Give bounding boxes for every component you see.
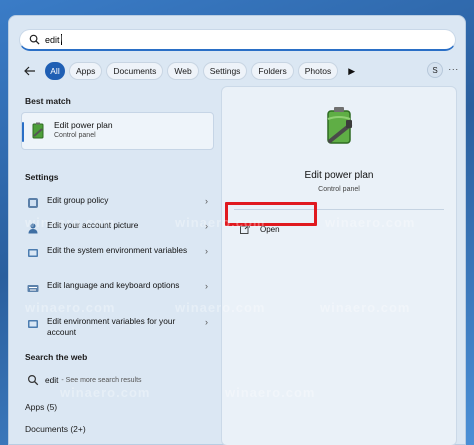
start-search-panel: edit All Apps Documents Web Settings Fol… <box>8 15 466 445</box>
search-input[interactable]: edit <box>45 35 60 45</box>
settings-item-label: Edit the system environment variables <box>47 245 188 255</box>
search-box[interactable]: edit <box>19 29 456 51</box>
chevron-right-icon: › <box>205 196 208 206</box>
more-options-icon[interactable]: ... <box>448 62 459 72</box>
person-icon <box>28 223 38 234</box>
best-match-title: Edit power plan <box>54 120 113 130</box>
power-plan-icon <box>32 122 44 139</box>
keyboard-icon <box>27 285 39 292</box>
filter-photos[interactable]: Photos <box>297 62 339 80</box>
chevron-right-icon: › <box>205 317 208 327</box>
filter-settings[interactable]: Settings <box>202 62 248 80</box>
chevron-right-icon: › <box>205 221 208 231</box>
search-icon <box>29 34 40 45</box>
settings-item-user-env[interactable]: Edit environment variables for your acco… <box>21 316 214 338</box>
web-search-hint: - See more search results <box>61 376 142 384</box>
detail-subtitle: Control panel <box>318 186 360 193</box>
highlight-box <box>225 202 317 226</box>
power-plan-large-icon <box>327 107 352 144</box>
back-arrow-icon[interactable] <box>23 64 37 78</box>
settings-item-label: Edit your account picture <box>47 220 139 230</box>
filter-bar: All Apps Documents Web Settings Folders … <box>23 60 463 82</box>
section-settings: Settings <box>25 172 59 182</box>
chevron-right-icon: › <box>205 281 208 291</box>
text-caret <box>60 34 62 45</box>
account-avatar[interactable]: S <box>427 62 443 78</box>
chevron-right-icon: › <box>205 246 208 256</box>
web-search-query: edit <box>45 375 59 385</box>
settings-item-group-policy[interactable]: Edit group policy › <box>21 195 214 209</box>
settings-item-account-picture[interactable]: Edit your account picture › <box>21 220 214 234</box>
web-search-item[interactable]: edit - See more search results <box>21 374 142 386</box>
more-filters-play-icon[interactable]: ▶ <box>348 66 358 77</box>
filter-apps[interactable]: Apps <box>69 62 103 80</box>
section-best-match: Best match <box>25 96 71 106</box>
best-match-subtitle: Control panel <box>54 132 96 139</box>
settings-icon <box>28 198 38 208</box>
section-search-web: Search the web <box>25 352 88 362</box>
control-panel-icon <box>28 320 38 328</box>
best-match-item[interactable]: Edit power plan Control panel <box>21 112 214 150</box>
filter-web[interactable]: Web <box>167 62 199 80</box>
settings-item-label: Edit environment variables for your acco… <box>47 316 176 337</box>
detail-pane: Edit power plan Control panel Open <box>221 86 457 445</box>
settings-item-system-env[interactable]: Edit the system environment variables › <box>21 245 214 259</box>
settings-item-language-keyboard[interactable]: Edit language and keyboard options › <box>21 280 214 294</box>
selection-accent <box>22 122 24 142</box>
section-documents[interactable]: Documents (2+) <box>25 424 86 434</box>
settings-item-label: Edit group policy <box>47 195 109 205</box>
detail-title: Edit power plan <box>304 170 374 181</box>
section-apps[interactable]: Apps (5) <box>25 402 57 412</box>
control-panel-icon <box>28 249 38 257</box>
filter-all[interactable]: All <box>45 62 65 80</box>
search-icon <box>27 374 39 386</box>
filter-folders[interactable]: Folders <box>251 62 294 80</box>
settings-item-label: Edit language and keyboard options <box>47 280 180 290</box>
filter-documents[interactable]: Documents <box>106 62 164 80</box>
